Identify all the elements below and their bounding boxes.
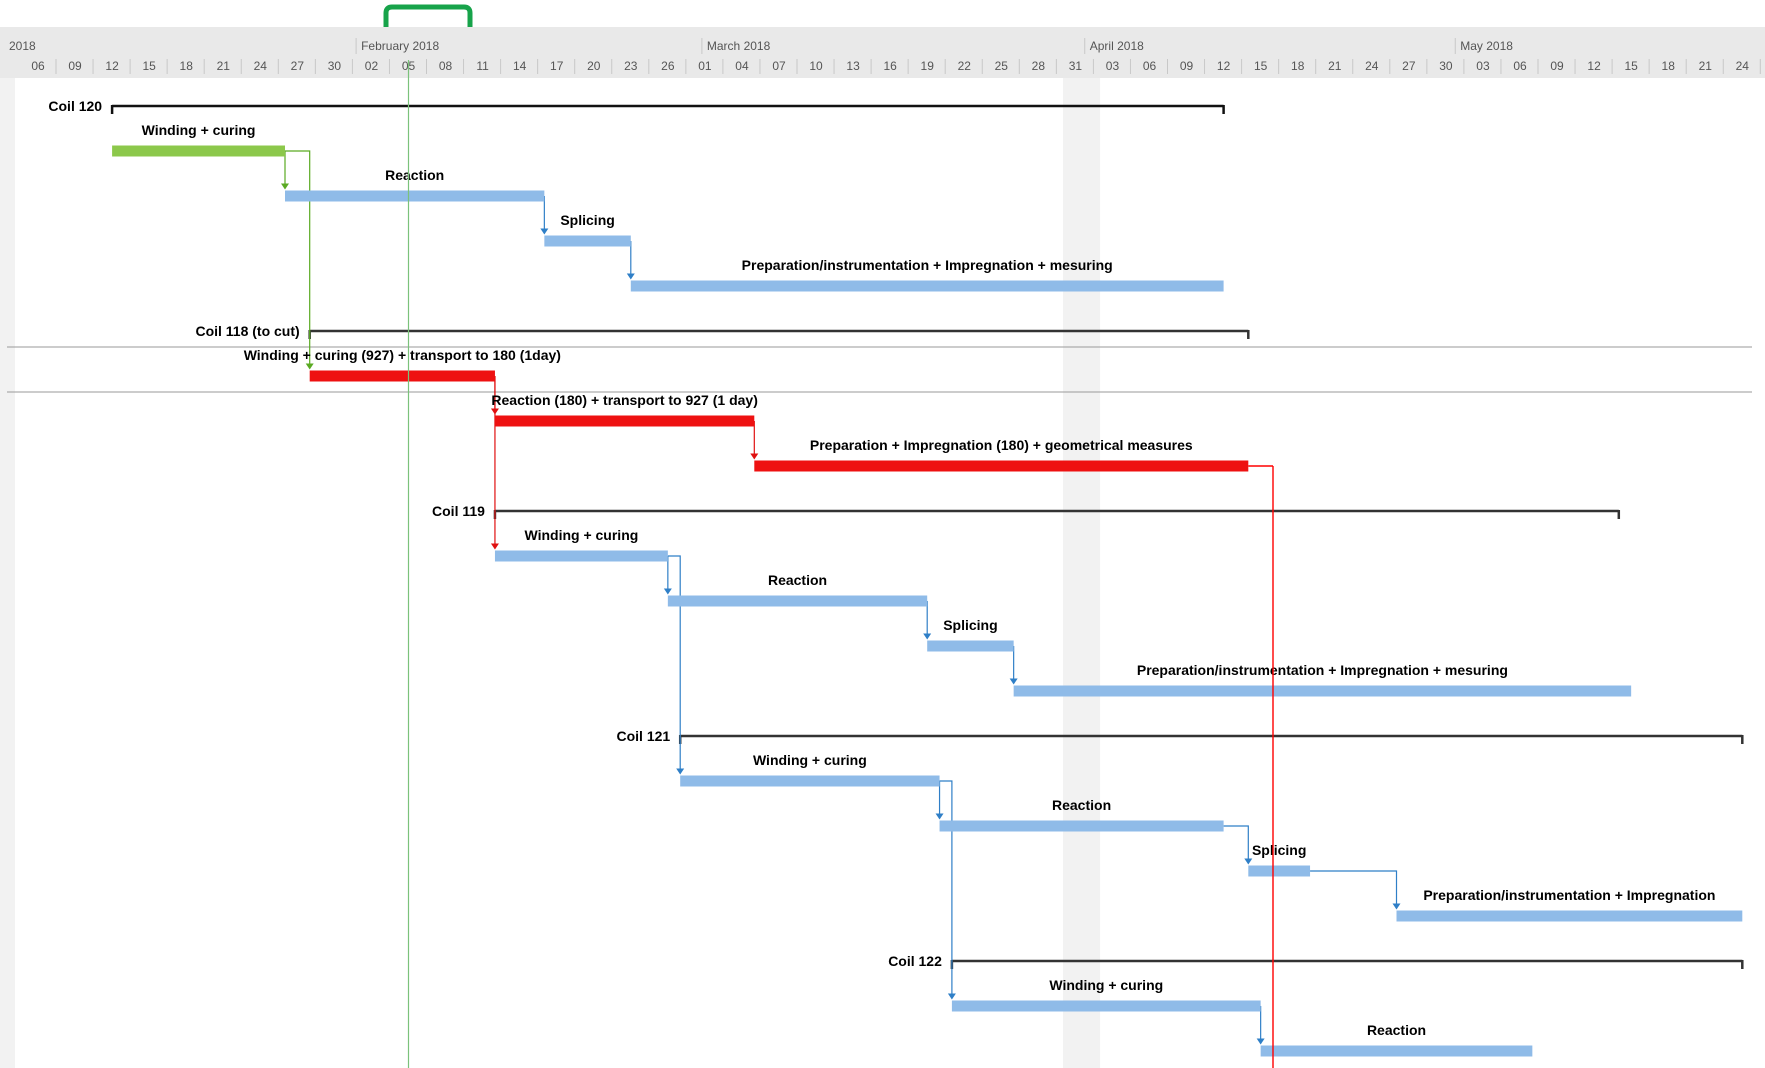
day-tick-label: 07 xyxy=(772,59,786,73)
day-tick-label: 04 xyxy=(735,59,749,73)
day-tick-label: 24 xyxy=(1736,59,1750,73)
day-tick-label: 16 xyxy=(883,59,897,73)
day-tick-label: 10 xyxy=(809,59,823,73)
day-tick-label: 06 xyxy=(31,59,45,73)
day-tick-label: 08 xyxy=(439,59,453,73)
task-bar-t12[interactable] xyxy=(680,775,940,787)
day-tick-label: 03 xyxy=(1106,59,1120,73)
day-tick-label: 21 xyxy=(1699,59,1713,73)
day-tick-label: 09 xyxy=(68,59,82,73)
task-label-t5: Winding + curing (927) + transport to 18… xyxy=(244,347,561,363)
task-bar-t1[interactable] xyxy=(112,145,285,157)
task-label-t11: Preparation/instrumentation + Impregnati… xyxy=(1137,662,1508,678)
task-bar-t7[interactable] xyxy=(754,460,1249,472)
day-tick-label: 14 xyxy=(513,59,527,73)
day-tick-label: 18 xyxy=(180,59,194,73)
day-tick-label: 22 xyxy=(958,59,972,73)
day-tick-label: 27 xyxy=(1402,59,1416,73)
task-label-t7: Preparation + Impregnation (180) + geome… xyxy=(810,437,1193,453)
day-tick-label: 25 xyxy=(995,59,1009,73)
day-tick-label: 30 xyxy=(1439,59,1453,73)
day-tick-label: 15 xyxy=(1254,59,1268,73)
day-tick-label: 11 xyxy=(476,59,489,73)
task-label-t14: Splicing xyxy=(1252,842,1306,858)
task-label-t4: Preparation/instrumentation + Impregnati… xyxy=(742,257,1113,273)
task-label-t16: Winding + curing xyxy=(1049,977,1163,993)
day-tick-label: 12 xyxy=(1217,59,1231,73)
day-tick-label: 12 xyxy=(1587,59,1601,73)
day-tick-label: 15 xyxy=(1624,59,1638,73)
day-tick-label: 09 xyxy=(1180,59,1194,73)
task-label-t17: Reaction xyxy=(1367,1022,1426,1038)
gantt-canvas[interactable]: 2018 February 2018 March 2018 April 2018 Ma… xyxy=(0,0,1765,1068)
day-tick-label: 27 xyxy=(291,59,305,73)
group-label-coil119: Coil 119 xyxy=(432,503,485,519)
task-label-t15: Preparation/instrumentation + Impregnati… xyxy=(1423,887,1715,903)
day-tick-label: 13 xyxy=(846,59,860,73)
task-bar-t3[interactable] xyxy=(544,235,631,247)
day-tick-label: 19 xyxy=(921,59,935,73)
task-bar-t14[interactable] xyxy=(1248,865,1311,877)
day-tick-label: 21 xyxy=(1328,59,1342,73)
task-label-t10: Splicing xyxy=(943,617,997,633)
group-label-coil118: Coil 118 (to cut) xyxy=(195,323,299,339)
task-label-t8: Winding + curing xyxy=(524,527,638,543)
day-tick-label: 30 xyxy=(328,59,342,73)
month-label: March 2018 xyxy=(707,39,771,53)
task-bar-t4[interactable] xyxy=(630,280,1224,292)
task-bar-t9[interactable] xyxy=(667,595,928,607)
task-bar-t15[interactable] xyxy=(1396,910,1743,922)
day-tick-label: 21 xyxy=(217,59,231,73)
left-scroll-strip xyxy=(0,78,15,1068)
day-tick-label: 26 xyxy=(661,59,675,73)
day-tick-label: 17 xyxy=(550,59,564,73)
day-tick-label: 15 xyxy=(142,59,156,73)
task-label-t9: Reaction xyxy=(768,572,827,588)
task-bar-t6[interactable] xyxy=(494,415,755,427)
task-bar-t17[interactable] xyxy=(1260,1045,1533,1057)
day-tick-label: 24 xyxy=(1365,59,1379,73)
task-label-t6: Reaction (180) + transport to 927 (1 day… xyxy=(491,392,757,408)
nonworking-band xyxy=(1063,78,1101,1068)
day-tick-labels: 06 09 12 15 18 21 24 27 30 02 05 08 11 14 17 20 23 26 01 04… xyxy=(31,59,1761,74)
day-tick-label: 06 xyxy=(1513,59,1527,73)
month-label: February 2018 xyxy=(361,39,439,53)
task-label-t3: Splicing xyxy=(560,212,614,228)
day-tick-label: 18 xyxy=(1291,59,1305,73)
gantt-chart-view[interactable]: 2018 February 2018 March 2018 April 2018 Ma… xyxy=(0,0,1765,1068)
task-bar-t16[interactable] xyxy=(951,1000,1261,1012)
chart-background xyxy=(0,0,1765,1068)
month-label: May 2018 xyxy=(1460,39,1513,53)
day-tick-label: 20 xyxy=(587,59,601,73)
month-label: April 2018 xyxy=(1090,39,1144,53)
group-label-coil122: Coil 122 xyxy=(888,953,942,969)
day-tick-label: 31 xyxy=(1069,59,1083,73)
day-tick-label: 24 xyxy=(254,59,268,73)
group-label-coil120: Coil 120 xyxy=(48,98,102,114)
task-label-t13: Reaction xyxy=(1052,797,1111,813)
day-tick-label: 02 xyxy=(365,59,379,73)
task-bar-t10[interactable] xyxy=(927,640,1014,652)
day-tick-label: 23 xyxy=(624,59,638,73)
task-label-t12: Winding + curing xyxy=(753,752,867,768)
task-bar-t5[interactable] xyxy=(309,370,495,382)
day-tick-label: 06 xyxy=(1143,59,1157,73)
group-label-coil121: Coil 121 xyxy=(616,728,670,744)
day-tick-label: 03 xyxy=(1476,59,1490,73)
day-tick-label: 18 xyxy=(1662,59,1676,73)
day-tick-label: 01 xyxy=(698,59,712,73)
task-bar-t13[interactable] xyxy=(939,820,1224,832)
task-bar-t2[interactable] xyxy=(285,190,545,202)
task-label-t2: Reaction xyxy=(385,167,444,183)
task-label-t1: Winding + curing xyxy=(142,122,256,138)
day-tick-label: 12 xyxy=(105,59,119,73)
day-tick-label: 09 xyxy=(1550,59,1564,73)
day-tick-label: 28 xyxy=(1032,59,1046,73)
task-bar-t8[interactable] xyxy=(494,550,668,562)
task-bar-t11[interactable] xyxy=(1013,685,1632,697)
partial-year-label: 2018 xyxy=(9,39,36,53)
